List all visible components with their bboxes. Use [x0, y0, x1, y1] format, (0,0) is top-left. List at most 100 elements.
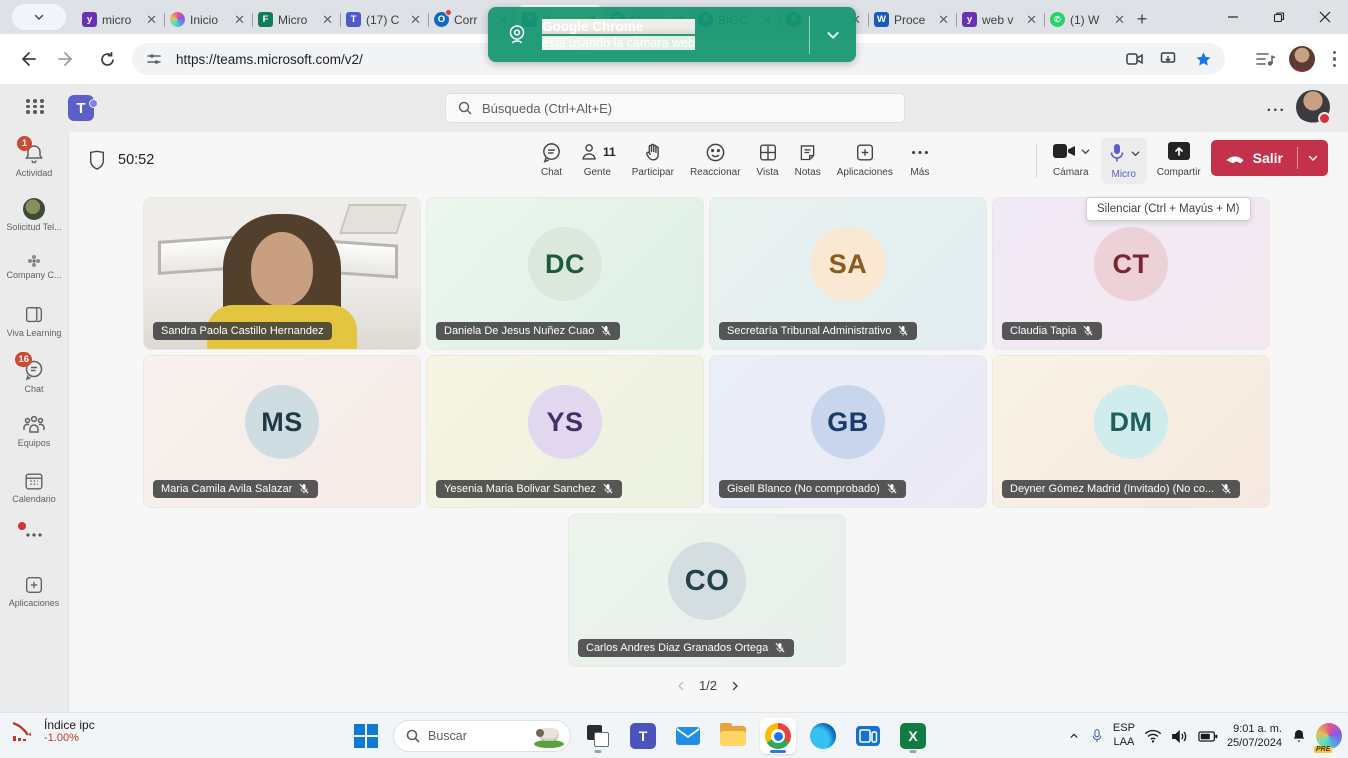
taskbar-search-input[interactable]: Buscar [393, 720, 571, 752]
browser-tab[interactable]: ✆ (1) W ✕ [1044, 5, 1132, 34]
toolbar-chat-button[interactable]: Chat [540, 140, 563, 178]
taskbar-excel-icon[interactable]: X [895, 718, 931, 754]
taskbar-file-explorer-icon[interactable] [715, 718, 751, 754]
camera-usage-notification[interactable]: Google Chrome está usando la cámara web [488, 7, 856, 62]
notification-bell-icon[interactable] [1291, 727, 1307, 745]
tab-close-icon[interactable]: ✕ [937, 12, 950, 27]
language-indicator[interactable]: ESPLAA [1113, 722, 1135, 750]
ceiling-vent [339, 204, 407, 234]
tab-close-icon[interactable]: ✕ [145, 12, 158, 27]
taskbar-scanner-icon[interactable] [850, 718, 886, 754]
tab-title: Micro [278, 13, 316, 27]
chevron-down-icon[interactable] [1130, 148, 1141, 159]
toolbar-more-button[interactable]: Más [909, 140, 931, 178]
tray-mic-icon[interactable] [1090, 727, 1104, 745]
person-icon [579, 141, 601, 164]
browser-tab[interactable]: F Micro ✕ [252, 5, 340, 34]
battery-icon[interactable] [1198, 730, 1218, 743]
window-restore-button[interactable] [1256, 0, 1302, 34]
status-busy-dot [1318, 112, 1331, 125]
forward-button[interactable] [52, 44, 82, 74]
sidebar-item-viva-learning[interactable]: Viva Learning [0, 304, 68, 339]
screen-capture-icon[interactable] [1157, 47, 1181, 71]
sidebar-item-more[interactable] [0, 530, 68, 540]
taskbar-edge-icon[interactable] [805, 718, 841, 754]
copilot-icon[interactable]: PRE [1316, 723, 1342, 749]
window-close-button[interactable] [1302, 0, 1348, 34]
bookmark-star-icon[interactable] [1191, 47, 1215, 71]
teams-header-more-icon[interactable]: ... [1267, 98, 1286, 116]
sidebar-item-solicitud[interactable]: Solicitud Tel... [0, 198, 68, 233]
toolbar-raise-hand-button[interactable]: Participar [632, 140, 674, 178]
browser-tab[interactable]: y web v ✕ [956, 5, 1044, 34]
tab-close-icon[interactable]: ✕ [409, 12, 422, 27]
taskbar-teams-icon[interactable]: T [625, 718, 661, 754]
start-button[interactable] [348, 718, 384, 754]
sidebar-item-chat[interactable]: 16 Chat [0, 358, 68, 395]
browser-menu-icon[interactable] [1329, 47, 1341, 72]
taskbar-chrome-icon[interactable] [760, 718, 796, 754]
sidebar-item-company[interactable]: Company C... [0, 254, 68, 281]
sidebar-item-calendario[interactable]: Calendario [0, 470, 68, 505]
camera-allowed-icon[interactable] [1123, 47, 1147, 71]
toolbar-people-button[interactable]: 11 Gente [579, 140, 616, 178]
reload-button[interactable] [92, 44, 122, 74]
teams-profile-avatar[interactable] [1296, 90, 1330, 124]
browser-profile-avatar[interactable] [1289, 46, 1315, 72]
app-launcher-icon[interactable] [26, 99, 45, 114]
site-controls-icon[interactable] [142, 47, 166, 71]
page-prev-icon[interactable] [675, 680, 687, 692]
avatar: YS [528, 385, 602, 459]
volume-icon[interactable] [1171, 729, 1189, 744]
browser-tab[interactable]: W Proce ✕ [868, 5, 956, 34]
participant-tile[interactable]: DM Deyner Gómez Madrid (Invitado) (No co… [992, 355, 1270, 508]
leave-options-chevron[interactable] [1298, 152, 1328, 164]
toolbar-notes-button[interactable]: Notas [795, 140, 821, 178]
back-button[interactable] [12, 44, 42, 74]
weather-widget[interactable]: Índice ipc -1.00% [10, 718, 95, 744]
participant-tile-video[interactable]: Sandra Paola Castillo Hernandez [143, 197, 421, 350]
tab-close-icon[interactable]: ✕ [321, 12, 334, 27]
participant-tile[interactable]: SA Secretaría Tribunal Administrativo [709, 197, 987, 350]
notification-expand-icon[interactable] [810, 27, 856, 43]
notification-title: Google Chrome [542, 19, 695, 34]
toolbar-apps-button[interactable]: Aplicaciones [837, 140, 893, 178]
tab-search-button[interactable] [12, 4, 66, 30]
tab-title: micro [102, 13, 140, 27]
participant-tile[interactable]: CO Carlos Andres Diaz Granados Ortega [568, 514, 846, 667]
sidebar-item-actividad[interactable]: 1 Actividad [0, 142, 68, 179]
taskbar-mail-icon[interactable] [670, 718, 706, 754]
page-next-icon[interactable] [729, 680, 741, 692]
participant-tile[interactable]: YS Yesenia Maria Bolivar Sanchez [426, 355, 704, 508]
participant-tile[interactable]: DC Daniela De Jesus Nuñez Cuao [426, 197, 704, 350]
badge: 16 [15, 352, 32, 367]
tab-close-icon[interactable]: ✕ [1025, 12, 1038, 27]
new-tab-button[interactable]: + [1128, 5, 1156, 33]
mic-button[interactable]: Micro [1101, 138, 1147, 184]
window-minimize-button[interactable] [1210, 0, 1256, 34]
browser-tab[interactable]: T (17) C ✕ [340, 5, 428, 34]
more-dots-icon [24, 530, 44, 540]
participant-tile[interactable]: GB Gisell Blanco (No comprobado) [709, 355, 987, 508]
browser-tab[interactable]: Inicio ✕ [164, 5, 252, 34]
tray-chevron-icon[interactable] [1067, 731, 1081, 741]
tab-close-icon[interactable]: ✕ [1113, 12, 1126, 27]
tab-close-icon[interactable]: ✕ [233, 12, 246, 27]
browser-tab[interactable]: y micro ✕ [76, 5, 164, 34]
wifi-icon[interactable] [1144, 729, 1162, 743]
teams-search-input[interactable]: Búsqueda (Ctrl+Alt+E) [445, 93, 905, 123]
toolbar-react-button[interactable]: Reaccionar [690, 140, 741, 178]
participant-tile[interactable]: MS Maria Camila Avila Salazar [143, 355, 421, 508]
sidebar-item-aplicaciones[interactable]: Aplicaciones [0, 574, 68, 609]
mic-muted-icon [1220, 483, 1232, 495]
camera-button[interactable]: Cámara [1051, 138, 1091, 178]
sidebar-item-equipos[interactable]: Equipos [0, 414, 68, 449]
avatar: SA [811, 227, 885, 301]
task-view-button[interactable] [580, 718, 616, 754]
toolbar-view-button[interactable]: Vista [757, 140, 779, 178]
clock[interactable]: 9:01 a. m.25/07/2024 [1227, 722, 1282, 751]
share-button[interactable]: Compartir [1157, 138, 1201, 178]
leave-button[interactable]: Salir [1211, 140, 1328, 176]
chevron-down-icon[interactable] [1080, 146, 1091, 157]
media-controls-icon[interactable] [1255, 50, 1275, 68]
